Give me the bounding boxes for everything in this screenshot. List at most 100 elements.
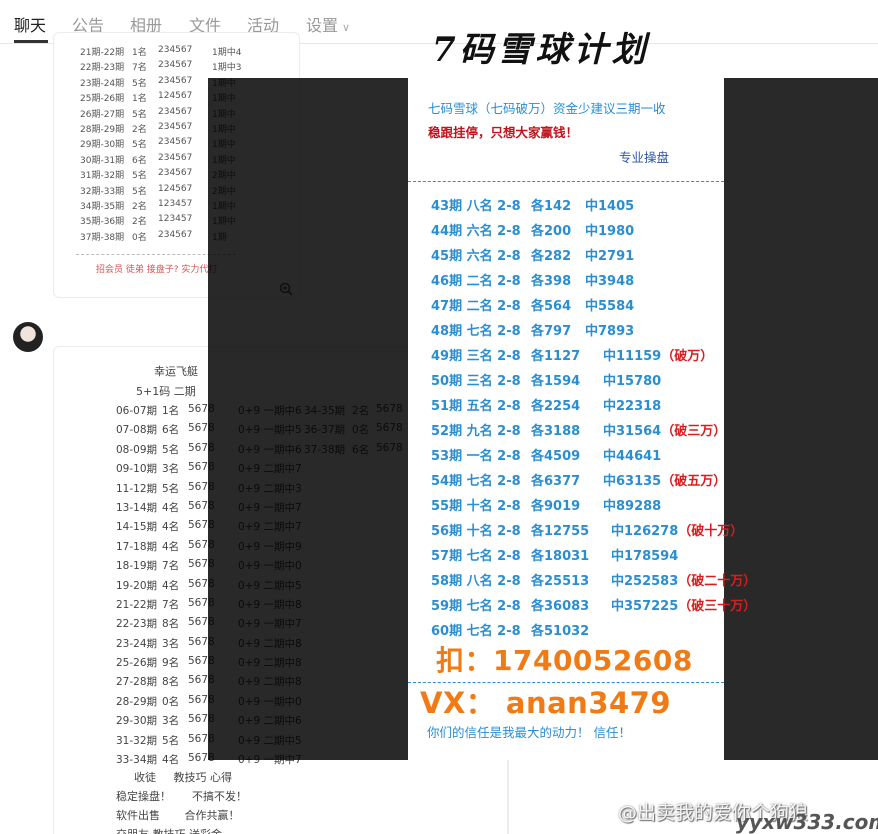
poster-closing-line: 你们的信任是我最大的动力！ 信任！	[427, 725, 631, 740]
plan-bet: 各564	[531, 299, 572, 314]
cell: 123457	[158, 198, 193, 209]
plan-bet: 各142	[531, 199, 572, 214]
footer-line-label: 不搞不发！	[191, 790, 247, 803]
cell: 7名	[162, 560, 180, 573]
cell: 3名	[162, 715, 180, 728]
plan-win: 中3948	[585, 270, 634, 289]
plan-period: 57期	[431, 549, 463, 564]
plan-period-name: 47期 二名 2-8	[431, 295, 521, 314]
plan-win: 中2791	[585, 245, 634, 264]
plan-position: 三名 2-8	[466, 374, 521, 389]
cell: 5名	[162, 443, 180, 456]
plan-period-name: 52期 九名 2-8	[431, 420, 521, 439]
cell: 13-14期	[116, 501, 158, 514]
plan-position: 三名 2-8	[466, 349, 521, 364]
plan-position: 六名 2-8	[466, 249, 521, 264]
tab-settings[interactable]: 设置 ∨	[306, 12, 350, 36]
cell: 4名	[162, 579, 180, 592]
plan-period-name: 51期 五名 2-8	[431, 395, 521, 414]
plan-period: 50期	[431, 374, 463, 389]
plan-bet: 各25513	[531, 574, 590, 589]
cell: 14-15期	[116, 521, 158, 534]
plan-period-name: 58期 八名 2-8	[431, 570, 521, 589]
plan-milestone: （破五万）	[661, 474, 727, 489]
plan-position: 七名 2-8	[466, 324, 521, 339]
plan-period-name: 55期 十名 2-8	[431, 495, 521, 514]
card-title: 幸运飞艇	[154, 365, 198, 378]
tab-chat[interactable]: 聊天	[14, 12, 46, 36]
plan-win-amount: 中11159	[603, 349, 662, 364]
footer-line-label: 软件出售	[116, 809, 160, 822]
cell: 5名	[132, 78, 147, 89]
cell: 21-22期	[116, 598, 158, 611]
plan-bet: 各200	[531, 224, 572, 239]
cell: 34期-35期	[80, 201, 125, 212]
footer-line: 软件出售 合作共赢！	[116, 807, 239, 823]
plan-win: 中11159（破万）	[603, 345, 713, 364]
plan-position: 十名 2-8	[466, 524, 521, 539]
footer-line: 交朋友 教技巧 送彩金	[116, 826, 222, 834]
cell: 33-34期	[116, 754, 158, 767]
cell: 35期-36期	[80, 217, 125, 228]
active-tab-indicator	[14, 40, 48, 43]
cell: 19-20期	[116, 579, 158, 592]
plan-bet: 各1594	[531, 374, 581, 389]
plan-milestone: （破万）	[661, 349, 714, 364]
cell: 5名	[132, 109, 147, 120]
cell: 37期-38期	[80, 232, 125, 243]
poster-tagline: 专业操盘	[619, 150, 670, 165]
plan-period-name: 59期 七名 2-8	[431, 595, 521, 614]
plan-position: 九名 2-8	[466, 424, 521, 439]
plan-win-amount: 中44641	[603, 449, 662, 464]
plan-period: 47期	[431, 299, 463, 314]
cell: 8名	[162, 676, 180, 689]
cell: 27-28期	[116, 676, 158, 689]
cell: 26期-27期	[80, 109, 125, 120]
plan-period: 55期	[431, 499, 463, 514]
plan-win: 中252583（破二十万）	[611, 570, 756, 589]
plan-win-amount: 中357225	[611, 599, 679, 614]
cell: 234567	[158, 137, 193, 148]
plan-win-amount: 中1980	[585, 224, 635, 239]
plan-milestone: （破二十万）	[678, 574, 757, 589]
cell: 234567	[158, 60, 193, 71]
cell: 09-10期	[116, 463, 158, 476]
contact-qq: 扣：1740052608	[436, 644, 693, 677]
plan-milestone: （破三万）	[661, 424, 727, 439]
plan-period-name: 48期 七名 2-8	[431, 320, 521, 339]
avatar[interactable]	[13, 322, 43, 352]
cell: 31期-32期	[80, 171, 125, 182]
cell: 4名	[162, 501, 180, 514]
card-footer-text: 招会员 徒弟 接盘子? 实力代打	[96, 265, 218, 275]
plan-win: 中1980	[585, 220, 634, 239]
plan-win: 中22318	[603, 395, 661, 414]
poster-intro-line: 七码雪球（七码破万）资金少建议三期一收	[428, 101, 666, 116]
cell: 22期-23期	[80, 63, 125, 74]
cell: 1名	[132, 48, 147, 58]
cell: 234567	[158, 152, 193, 163]
plan-period-name: 50期 三名 2-8	[431, 370, 521, 389]
plan-win: 中5584	[585, 295, 634, 314]
plan-win-amount: 中31564	[603, 424, 662, 439]
plan-period-name: 57期 七名 2-8	[431, 545, 521, 564]
cell: 17-18期	[116, 540, 158, 553]
plan-period: 52期	[431, 424, 463, 439]
plan-period: 44期	[431, 224, 463, 239]
cell: 2名	[132, 124, 147, 135]
cell: 5名	[132, 171, 147, 182]
cell: 4名	[162, 540, 180, 553]
plan-bet: 各398	[531, 274, 572, 289]
cell: 4名	[162, 521, 180, 534]
cell: 31-32期	[116, 734, 158, 747]
plan-bet: 各12755	[531, 524, 590, 539]
plan-bet: 各1127	[531, 349, 581, 364]
cell: 28-29期	[116, 695, 158, 708]
poster-image: 七码雪球（七码破万）资金少建议三期一收 稳跟挂停，只想大家赢钱！ 专业操盘 43…	[408, 78, 756, 760]
cell: 23期-24期	[80, 78, 125, 89]
cell: 7名	[162, 598, 180, 611]
cell: 124567	[158, 183, 193, 194]
plan-position: 八名 2-8	[466, 574, 521, 589]
plan-position: 二名 2-8	[466, 299, 521, 314]
plan-win: 中15780	[603, 370, 661, 389]
plan-period: 58期	[431, 574, 463, 589]
